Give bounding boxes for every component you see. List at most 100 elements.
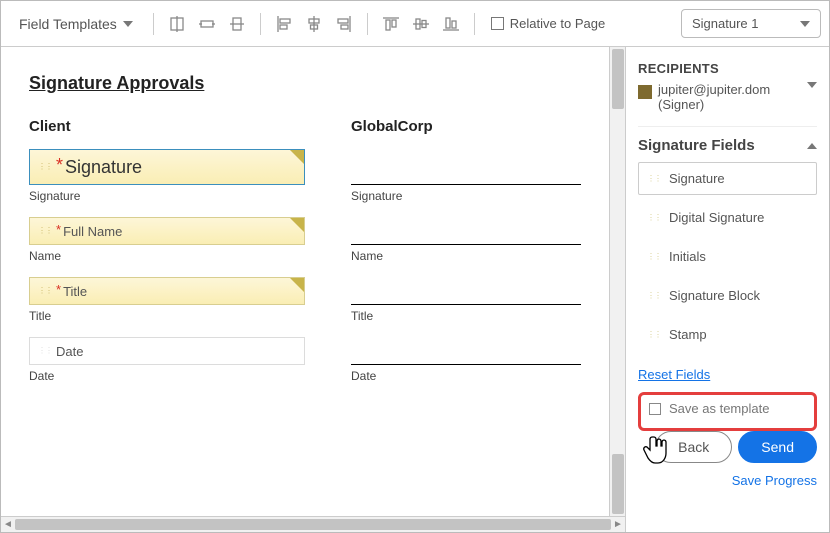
required-asterisk-icon: * [56, 282, 61, 297]
field-type-initials[interactable]: ⋮⋮ Initials [638, 240, 817, 273]
horizontal-scrollbar[interactable]: ◄ ► [1, 516, 625, 532]
drag-grip-icon: ⋮⋮ [647, 177, 661, 181]
toolbar-separator [367, 13, 368, 35]
signature-select-label: Signature 1 [692, 16, 759, 31]
date-line [351, 337, 581, 365]
chevron-down-icon [807, 82, 817, 88]
relative-to-page-checkbox[interactable]: Relative to Page [491, 16, 605, 31]
scroll-thumb[interactable] [612, 49, 624, 109]
date-label: Date [351, 369, 581, 383]
chevron-up-icon [807, 143, 817, 149]
checkbox-icon [649, 403, 661, 415]
save-as-template-checkbox[interactable]: Save as template [649, 401, 806, 416]
canvas-zone: Signature Approvals Client ⋮⋮ * Signatur… [1, 47, 625, 532]
field-type-label: Stamp [669, 327, 707, 342]
field-type-signature[interactable]: ⋮⋮ Signature [638, 162, 817, 195]
field-templates-label: Field Templates [19, 16, 117, 32]
toolbar-separator [474, 13, 475, 35]
align-both-icon[interactable] [224, 11, 250, 37]
signature-line [351, 149, 581, 185]
title-line [351, 277, 581, 305]
drag-grip-icon: ⋮⋮ [38, 165, 52, 169]
toolbar-separator [153, 13, 154, 35]
name-label: Name [351, 249, 581, 263]
scroll-left-arrow-icon[interactable]: ◄ [1, 517, 15, 532]
drag-grip-icon: ⋮⋮ [38, 229, 52, 233]
title-label: Title [29, 309, 305, 323]
recipients-heading: RECIPIENTS [638, 61, 817, 76]
reset-fields-link[interactable]: Reset Fields [638, 367, 710, 382]
recipient-role: (Signer) [658, 97, 704, 112]
field-type-label: Signature [669, 171, 725, 186]
fullname-field[interactable]: ⋮⋮ * Full Name [29, 217, 305, 245]
field-type-label: Signature Block [669, 288, 760, 303]
align-width-icon[interactable] [164, 11, 190, 37]
field-type-signature-block[interactable]: ⋮⋮ Signature Block [638, 279, 817, 312]
right-panel: RECIPIENTS jupiter@jupiter.dom (Signer) … [625, 47, 829, 532]
checkbox-icon [491, 17, 504, 30]
back-button[interactable]: Back [655, 431, 732, 463]
save-progress-link[interactable]: Save Progress [638, 473, 817, 488]
align-middle-icon[interactable] [408, 11, 434, 37]
signature-label: Signature [351, 189, 581, 203]
title-field[interactable]: ⋮⋮ * Title [29, 277, 305, 305]
signature-field[interactable]: ⋮⋮ * Signature [29, 149, 305, 185]
vertical-scrollbar[interactable] [609, 47, 625, 516]
name-line [351, 217, 581, 245]
globalcorp-heading: GlobalCorp [351, 118, 581, 135]
recipient-email: jupiter@jupiter.dom [658, 82, 770, 97]
chevron-down-icon [123, 21, 133, 27]
field-type-digital-signature[interactable]: ⋮⋮Digital Signature [638, 201, 817, 234]
align-bottom-icon[interactable] [438, 11, 464, 37]
signature-label: Signature [29, 189, 305, 203]
field-placeholder: Signature [65, 157, 142, 178]
required-asterisk-icon: * [56, 155, 63, 176]
field-type-label: Initials [669, 249, 706, 264]
scroll-right-arrow-icon[interactable]: ► [611, 517, 625, 532]
align-center-icon[interactable] [301, 11, 327, 37]
required-asterisk-icon: * [56, 222, 61, 237]
top-toolbar: Field Templates Relative to Page Signatu… [1, 1, 829, 47]
main-area: Signature Approvals Client ⋮⋮ * Signatur… [1, 47, 829, 532]
field-placeholder: Full Name [63, 224, 122, 239]
scroll-thumb[interactable] [15, 519, 611, 530]
save-template-label: Save as template [669, 401, 769, 416]
field-templates-dropdown[interactable]: Field Templates [9, 10, 143, 38]
drag-grip-icon: ⋮⋮ [647, 216, 661, 220]
save-as-template-highlight: Save as template [638, 392, 817, 431]
align-top-icon[interactable] [378, 11, 404, 37]
client-heading: Client [29, 118, 305, 135]
send-button[interactable]: Send [738, 431, 817, 463]
chevron-down-icon [800, 21, 810, 27]
recipient-row[interactable]: jupiter@jupiter.dom (Signer) [638, 82, 817, 112]
drag-grip-icon: ⋮⋮ [647, 333, 661, 337]
field-placeholder: Title [63, 284, 87, 299]
signature-select-dropdown[interactable]: Signature 1 [681, 9, 821, 38]
corner-icon [290, 278, 304, 292]
globalcorp-column: GlobalCorp Signature Name Title Date [351, 118, 581, 397]
corner-icon [290, 218, 304, 232]
signature-fields-panel-header[interactable]: Signature Fields [638, 126, 817, 162]
title-label: Title [351, 309, 581, 323]
client-column: Client ⋮⋮ * Signature Signature ⋮⋮ * [29, 118, 305, 397]
document-canvas[interactable]: Signature Approvals Client ⋮⋮ * Signatur… [1, 47, 609, 516]
scroll-thumb[interactable] [612, 454, 624, 514]
align-left-icon[interactable] [271, 11, 297, 37]
toolbar-separator [260, 13, 261, 35]
drag-grip-icon: ⋮⋮ [38, 289, 52, 293]
field-type-stamp[interactable]: ⋮⋮ Stamp [638, 318, 817, 351]
align-right-icon[interactable] [331, 11, 357, 37]
field-type-list: ⋮⋮ Signature ⋮⋮Digital Signature ⋮⋮ Initia… [638, 162, 817, 361]
recipient-text: jupiter@jupiter.dom (Signer) [658, 82, 770, 112]
align-height-icon[interactable] [194, 11, 220, 37]
action-buttons: Back Send [638, 431, 817, 463]
relative-label: Relative to Page [510, 16, 605, 31]
date-label: Date [29, 369, 305, 383]
drag-grip-icon: ⋮⋮ [647, 294, 661, 298]
drag-grip-icon: ⋮⋮ [647, 255, 661, 259]
date-field[interactable]: ⋮⋮ Date [29, 337, 305, 365]
document-title: Signature Approvals [29, 73, 581, 94]
name-label: Name [29, 249, 305, 263]
corner-icon [290, 150, 304, 164]
field-placeholder: Date [56, 344, 83, 359]
